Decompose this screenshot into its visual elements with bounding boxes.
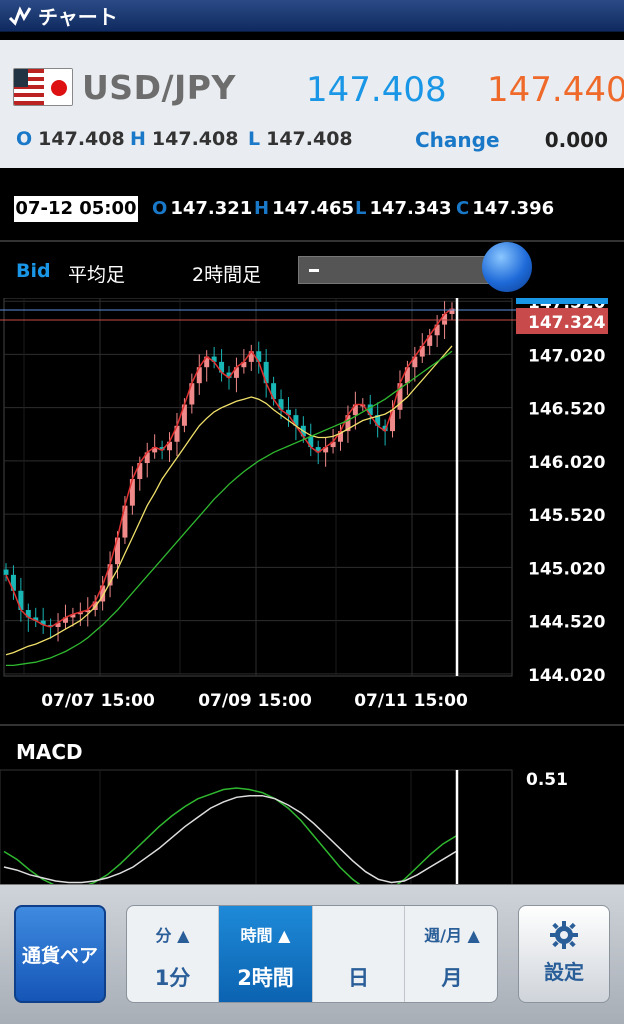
chart-toolbar: Bid 平均足 2時間足 [0, 240, 624, 298]
candle-open: O 147.321 [152, 198, 253, 219]
high-value: H 147.408 [130, 128, 239, 150]
tf-week-month-button[interactable]: 週/月 ▲ 月 [405, 906, 497, 1002]
candle-body [3, 569, 9, 575]
gear-icon [550, 921, 578, 949]
open-value: O 147.408 [16, 128, 125, 150]
y-tick-label: 144.020 [528, 666, 606, 686]
change-label: Change [415, 128, 500, 152]
usd-jpy-flag-icon [13, 68, 73, 106]
timeframe-label: 2時間足 [192, 264, 262, 286]
zoom-slider-knob[interactable] [482, 242, 532, 292]
y-tick-label: 145.520 [528, 506, 606, 526]
timeframe-group: 分 ▲ 1分 時間 ▲ 2時間 日 週/月 ▲ 月 [126, 905, 498, 1003]
currency-pair-label[interactable]: USD/JPY [82, 68, 236, 107]
settings-button[interactable]: 設定 [518, 905, 610, 1003]
ask-price: 147.440 [487, 70, 624, 110]
trend-line-icon [8, 5, 32, 26]
price-chart[interactable]: 144.020 144.520 145.020 145.520 146.020 146.5… [0, 298, 624, 718]
macd-chart-svg [0, 769, 513, 886]
tf-day-button[interactable]: 日 [313, 906, 405, 1002]
candle-high: H 147.465 [254, 198, 355, 219]
candle-info-bar: 07-12 05:00 O 147.321 H 147.465 L 147.343 C… [0, 186, 624, 230]
low-value: L 147.408 [248, 128, 353, 150]
macd-max-label: 0.51 [526, 770, 568, 790]
candle-low: L 147.343 [355, 198, 452, 219]
zoom-slider[interactable] [298, 256, 508, 284]
settings-label: 設定 [544, 960, 584, 984]
quote-panel: USD/JPY 147.408 147.440 O 147.408 H 147.40… [0, 40, 624, 168]
title-bar: チャート [0, 0, 624, 32]
change-value: 0.000 [544, 128, 608, 152]
y-tick-label: 145.020 [528, 559, 606, 579]
slider-minus-icon [309, 269, 319, 272]
bid-price: 147.408 [306, 70, 447, 110]
candle-type-toggle[interactable]: 平均足 [68, 260, 125, 287]
price-type-toggle[interactable]: Bid [16, 260, 51, 282]
y-tick-label: 147.020 [528, 346, 606, 366]
page-title: チャート [38, 5, 118, 29]
macd-line [3, 787, 457, 886]
x-tick-label: 07/11 15:00 [354, 691, 468, 711]
y-tick-label: 146.020 [528, 453, 606, 473]
candle-close: C 147.396 [456, 198, 555, 219]
bottom-toolbar: 通貨ペア 分 ▲ 1分 時間 ▲ 2時間 日 週/月 ▲ 月 設定 [0, 884, 624, 1024]
x-tick-label: 07/07 15:00 [41, 691, 155, 711]
macd-signal-line [3, 794, 457, 884]
price-chart-svg: 144.020 144.520 145.020 145.520 146.020 146.5… [0, 298, 608, 711]
tf-hour-button[interactable]: 時間 ▲ 2時間 [219, 906, 313, 1002]
currency-pair-button[interactable]: 通貨ペア [14, 905, 106, 1003]
y-tick-label: 144.520 [528, 613, 606, 633]
price-line [5, 307, 453, 628]
tf-minute-button[interactable]: 分 ▲ 1分 [127, 906, 219, 1002]
x-tick-label: 07/09 15:00 [198, 691, 312, 711]
candle-datetime: 07-12 05:00 [14, 196, 138, 222]
ask-price-marker [516, 298, 608, 304]
macd-panel[interactable]: MACD 0.51 [0, 724, 624, 886]
current-price-label: 147.324 [528, 313, 606, 333]
macd-title: MACD [16, 740, 83, 764]
y-tick-label: 146.520 [528, 400, 606, 420]
